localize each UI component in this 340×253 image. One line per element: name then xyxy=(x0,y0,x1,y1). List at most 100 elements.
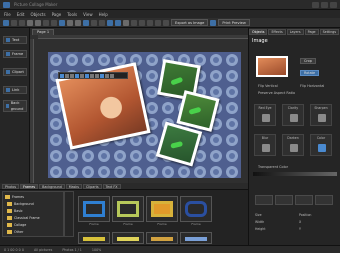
frame-thumbnail[interactable] xyxy=(146,232,178,244)
menu-objects[interactable]: Objects xyxy=(30,12,45,17)
frame-button-label: Frame xyxy=(12,52,24,56)
flip-horizontal-check[interactable]: Flip Horizontal xyxy=(300,84,324,88)
menu-page[interactable]: Page xyxy=(52,12,62,17)
image-thumbnail xyxy=(256,56,288,77)
tree-item[interactable]: Frames xyxy=(5,195,24,199)
ungroup-icon[interactable] xyxy=(99,19,105,26)
tree-item[interactable]: Collage xyxy=(7,223,26,227)
background-button[interactable]: Back ground xyxy=(3,100,27,112)
grid-icon[interactable] xyxy=(131,19,137,26)
layout-option[interactable] xyxy=(255,195,273,205)
flip-v-icon[interactable] xyxy=(80,73,84,78)
preserve-aspect-check[interactable]: Preserve Aspect Ratio xyxy=(258,91,295,95)
menu-tools[interactable]: Tools xyxy=(67,12,77,17)
frame-button[interactable]: Frame xyxy=(3,50,27,58)
group-icon[interactable] xyxy=(91,19,97,26)
align-icon[interactable] xyxy=(83,19,89,26)
rotate-right-icon[interactable] xyxy=(70,73,74,78)
red-eye-tool[interactable]: Red Eye xyxy=(254,104,276,126)
frame-thumbnail[interactable]: Frame xyxy=(78,196,110,226)
blur-tool[interactable]: Blur xyxy=(254,134,276,156)
frame-caption: Frame xyxy=(191,222,201,226)
clipart-button[interactable]: Clipart xyxy=(3,68,27,76)
frame-thumbnail[interactable] xyxy=(78,232,110,244)
crop-button[interactable]: Crop xyxy=(300,58,316,64)
red-eye-label: Red Eye xyxy=(258,106,272,110)
layout-option[interactable] xyxy=(275,195,293,205)
send-back-icon[interactable] xyxy=(75,19,81,26)
frame-apply-icon[interactable] xyxy=(100,73,104,78)
frame-thumbnail[interactable]: Frame xyxy=(180,196,212,226)
tree-item[interactable]: Other xyxy=(7,230,23,234)
export-image-button[interactable]: Export as Image xyxy=(171,19,209,26)
tree-item[interactable]: Basic xyxy=(7,209,23,213)
text-button[interactable]: Text xyxy=(3,36,27,44)
file-list-scroll[interactable] xyxy=(64,191,74,237)
menu-edit[interactable]: Edit xyxy=(17,12,25,17)
frame-thumbnail[interactable]: Frame xyxy=(112,196,144,226)
frame-thumbnail[interactable] xyxy=(112,232,144,244)
copy-icon[interactable] xyxy=(51,19,57,26)
crop-icon[interactable] xyxy=(60,73,64,78)
fit-icon[interactable] xyxy=(123,19,129,26)
zoom-out-icon[interactable] xyxy=(115,19,121,26)
layout-option[interactable] xyxy=(315,195,333,205)
collage-page[interactable] xyxy=(48,52,241,178)
zoom-in-icon[interactable] xyxy=(107,19,113,26)
tab-layers[interactable]: Layers xyxy=(286,29,304,35)
tree-item-label: Classical Frame xyxy=(14,216,40,220)
rotate-button[interactable]: Rotate xyxy=(300,70,320,76)
rotate-left-icon[interactable] xyxy=(65,73,69,78)
frame-caption: Frame xyxy=(123,222,133,226)
frame-thumbnail[interactable]: Frame xyxy=(146,196,178,226)
tab-settings[interactable]: Settings xyxy=(319,29,340,35)
effects-icon[interactable] xyxy=(85,73,89,78)
delete-photo-icon[interactable] xyxy=(110,73,114,78)
tab-effects[interactable]: Effects xyxy=(268,29,286,35)
small-photo-3-image xyxy=(159,125,199,163)
cut-icon[interactable] xyxy=(43,19,49,26)
link-button[interactable]: Link xyxy=(3,86,27,94)
undo-icon[interactable] xyxy=(27,19,33,26)
save-icon[interactable] xyxy=(19,19,25,26)
print-preview-button[interactable]: Print Preview xyxy=(218,19,250,26)
flip-icon[interactable] xyxy=(147,19,153,26)
sharpen-tool[interactable]: Sharpen xyxy=(310,104,332,126)
tab-objects[interactable]: Objects xyxy=(249,29,268,35)
flip-h-icon[interactable] xyxy=(75,73,79,78)
rotate-icon[interactable] xyxy=(139,19,145,26)
menu-bar: File Edit Objects Page Tools View Help xyxy=(0,10,340,18)
darken-tool[interactable]: Darken xyxy=(282,134,304,156)
text-icon xyxy=(6,38,10,42)
frame-thumbnail[interactable] xyxy=(180,232,212,244)
flip-vertical-check[interactable]: Flip Vertical xyxy=(258,84,278,88)
new-icon[interactable] xyxy=(3,19,9,26)
lock-icon[interactable] xyxy=(155,19,161,26)
menu-help[interactable]: Help xyxy=(99,12,108,17)
x-label: X xyxy=(299,220,302,224)
close-button[interactable] xyxy=(330,2,337,8)
transparency-slider[interactable] xyxy=(253,172,337,176)
color-tool[interactable]: Color xyxy=(310,134,332,156)
maximize-button[interactable] xyxy=(321,2,328,8)
height-label: Height xyxy=(255,227,266,231)
paste-icon[interactable] xyxy=(59,19,65,26)
replace-icon[interactable] xyxy=(90,73,94,78)
frame-preview xyxy=(151,201,173,217)
delete-icon[interactable] xyxy=(163,19,169,26)
menu-view[interactable]: View xyxy=(83,12,93,17)
minimize-button[interactable] xyxy=(312,2,319,8)
layout-option[interactable] xyxy=(295,195,313,205)
open-icon[interactable] xyxy=(11,19,17,26)
tab-page[interactable]: Page xyxy=(304,29,319,35)
menu-file[interactable]: File xyxy=(4,12,11,17)
bring-front-icon[interactable] xyxy=(67,19,73,26)
shadow-icon[interactable] xyxy=(105,73,109,78)
mask-icon[interactable] xyxy=(95,73,99,78)
folder-icon xyxy=(7,209,12,213)
tree-item[interactable]: Classical Frame xyxy=(7,216,40,220)
redo-icon[interactable] xyxy=(35,19,41,26)
tree-item[interactable]: Background xyxy=(7,202,34,206)
export-icon[interactable] xyxy=(210,19,217,26)
clarity-tool[interactable]: Clarity xyxy=(282,104,304,126)
